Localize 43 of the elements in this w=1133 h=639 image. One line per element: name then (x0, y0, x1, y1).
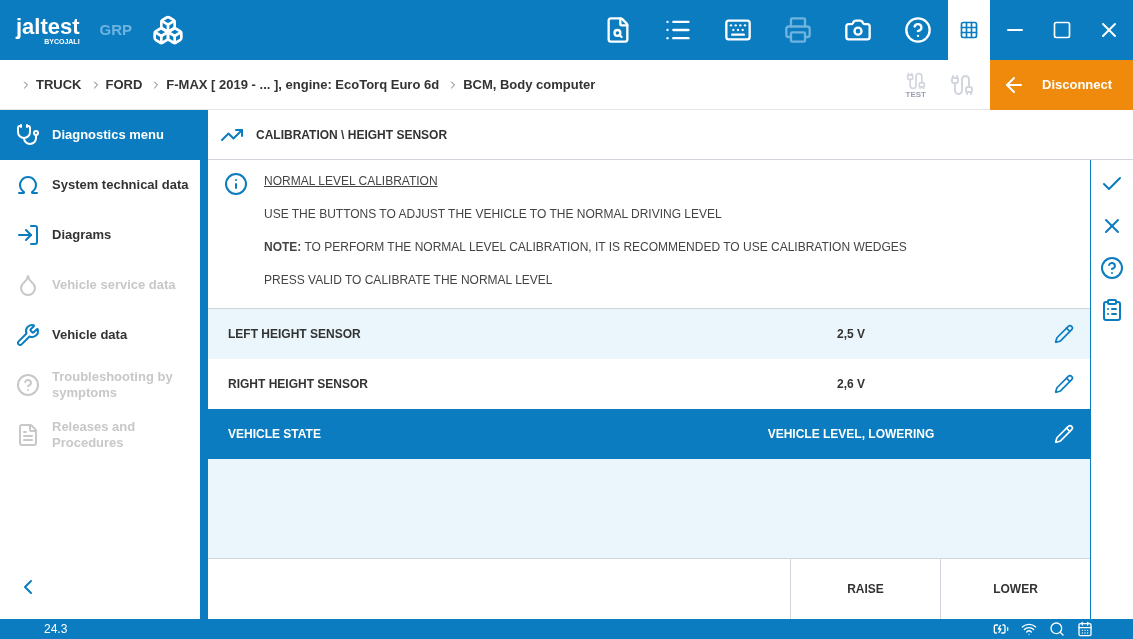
data-row[interactable]: LEFT HEIGHT SENSOR 2,5 V (208, 309, 1090, 359)
maximize-icon[interactable] (1051, 20, 1072, 40)
sidebar-item[interactable]: Diagrams (0, 210, 200, 260)
stethoscope-icon (16, 123, 40, 147)
breadcrumb-item[interactable]: FORD (105, 74, 143, 95)
row-value: VEHICLE LEVEL, LOWERING (766, 426, 936, 443)
row-value: 2,6 V (836, 376, 866, 393)
panel-title: CALIBRATION \ HEIGHT SENSOR (256, 126, 448, 144)
edit-icon[interactable] (1054, 374, 1074, 394)
help-icon[interactable] (1100, 256, 1124, 280)
clipboard-icon[interactable] (1100, 298, 1124, 322)
arrow-into-bracket-icon (16, 223, 40, 247)
edition-label: GRP (99, 19, 133, 40)
version-text: 24.3 (44, 621, 68, 638)
breadcrumb-item[interactable]: F-MAX [ 2019 - ... ], engine: EcoTorq Euro 6d (166, 74, 440, 95)
battery-icon (993, 621, 1009, 637)
info-text: NOTE: TO PERFORM THE NORMAL LEVEL CALIBRATION, IT IS RECOMMENDED TO USE CALIBRATION WEDGES (264, 239, 907, 256)
edit-icon[interactable] (1054, 324, 1074, 344)
grid-icon (959, 20, 979, 40)
info-text: USE THE BUTTONS TO ADJUST THE VEHICLE TO THE NORMAL DRIVING LEVEL (264, 206, 723, 223)
sidebar-item[interactable]: System technical data (0, 160, 200, 210)
test-label: TEST (905, 90, 926, 99)
wrench-icon (16, 323, 40, 347)
logo: jaltest (16, 15, 80, 38)
cubes-icon (152, 14, 185, 46)
row-value: 2,5 V (836, 326, 866, 343)
cable-icon (905, 70, 926, 91)
info-icon (224, 172, 248, 196)
search-icon (1049, 621, 1065, 637)
calendar-icon (1077, 621, 1093, 637)
breadcrumb-item[interactable]: TRUCK (36, 74, 82, 95)
info-heading: NORMAL LEVEL CALIBRATION (264, 173, 439, 190)
omega-icon (16, 173, 40, 197)
sidebar-item[interactable]: Vehicle data (0, 310, 200, 360)
wifi-icon (1021, 621, 1037, 637)
info-text: PRESS VALID TO CALIBRATE THE NORMAL LEVEL (264, 272, 554, 289)
row-label: RIGHT HEIGHT SENSOR (228, 376, 369, 393)
cable-icon (950, 72, 974, 97)
breadcrumb-item[interactable]: BCM, Body computer (463, 74, 596, 95)
row-label: VEHICLE STATE (228, 426, 322, 443)
document-icon (16, 423, 40, 447)
data-row[interactable]: VEHICLE STATE VEHICLE LEVEL, LOWERING (208, 409, 1090, 459)
row-label: LEFT HEIGHT SENSOR (228, 326, 362, 343)
